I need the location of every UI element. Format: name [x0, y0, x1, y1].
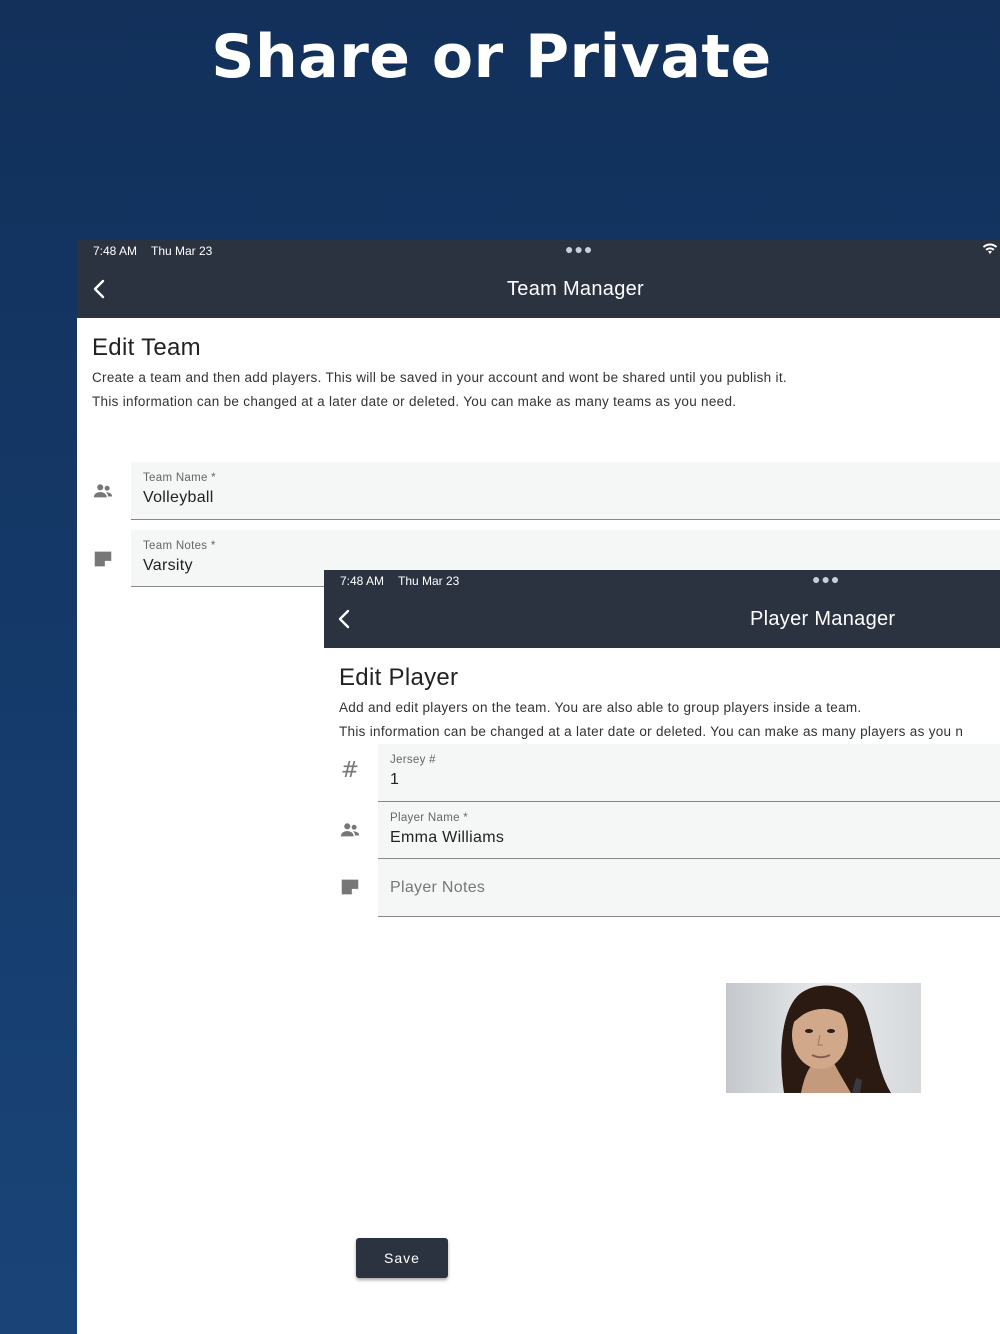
player-manager-screen: 7:48 AM Thu Mar 23 ●●● Player Manager Ed… [324, 570, 1000, 1334]
team-name-field[interactable]: Team Name * Volleyball [131, 462, 1000, 520]
promo-headline: Share or Private [211, 22, 772, 92]
player-photo[interactable] [726, 983, 921, 1093]
nav-title: Team Manager [507, 278, 644, 300]
page-heading: Edit Team [92, 334, 201, 361]
wifi-icon [982, 243, 998, 254]
save-button[interactable]: Save [356, 1238, 448, 1278]
note-icon [341, 879, 359, 895]
status-bar: 7:48 AM Thu Mar 23 ●●● [77, 240, 1000, 260]
status-time: 7:48 AM [340, 574, 385, 588]
people-icon [93, 484, 113, 498]
more-dots-icon[interactable]: ●●● [565, 241, 593, 257]
jersey-value[interactable]: 1 [390, 771, 399, 789]
nav-title: Player Manager [750, 608, 896, 630]
team-name-label: Team Name * [143, 472, 216, 484]
player-name-value[interactable]: Emma Williams [390, 829, 504, 847]
description-line-1: Create a team and then add players. This… [92, 370, 787, 385]
player-name-field[interactable]: Player Name * Emma Williams [378, 802, 1000, 859]
team-notes-value[interactable]: Varsity [143, 557, 193, 575]
page-heading: Edit Player [339, 664, 459, 691]
team-name-value[interactable]: Volleyball [143, 489, 214, 507]
status-time: 7:48 AM [93, 244, 138, 258]
team-notes-label: Team Notes * [143, 540, 216, 552]
jersey-number-field[interactable]: Jersey # 1 [378, 744, 1000, 802]
player-notes-placeholder: Player Notes [390, 879, 486, 896]
status-bar: 7:48 AM Thu Mar 23 ●●● [324, 570, 1000, 590]
back-chevron-icon[interactable] [89, 278, 111, 300]
more-dots-icon[interactable]: ●●● [812, 571, 840, 587]
back-chevron-icon[interactable] [334, 608, 356, 630]
team-nav-bar: Team Manager [77, 260, 1000, 318]
people-icon [340, 823, 360, 837]
description-line-2: This information can be changed at a lat… [339, 724, 964, 739]
description-line-2: This information can be changed at a lat… [92, 394, 737, 409]
hash-icon: # [340, 758, 360, 783]
status-date: Thu Mar 23 [398, 574, 460, 588]
player-notes-field[interactable]: Player Notes [378, 859, 1000, 917]
status-date: Thu Mar 23 [151, 244, 213, 258]
description-line-1: Add and edit players on the team. You ar… [339, 700, 862, 715]
jersey-label: Jersey # [390, 754, 436, 766]
player-name-label: Player Name * [390, 812, 469, 824]
player-nav-bar: Player Manager [324, 590, 1000, 648]
note-icon [94, 551, 112, 567]
